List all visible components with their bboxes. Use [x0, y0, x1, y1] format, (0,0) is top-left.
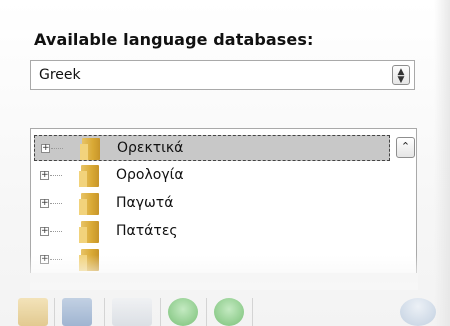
scroll-up-icon[interactable]: ⌃: [396, 137, 415, 158]
section-title: Available language databases:: [34, 30, 314, 49]
list-check-icon[interactable]: [112, 298, 152, 326]
tree-row[interactable]: + Ορεκτικά: [34, 135, 390, 161]
toolbar-separator: [160, 298, 161, 326]
tree-fade-overlay: [30, 255, 418, 290]
confirm-icon[interactable]: [214, 298, 244, 326]
tree-row-label: Πατάτες: [116, 223, 178, 239]
toolbar-separator: [252, 298, 253, 326]
tree-connector: [51, 148, 63, 149]
tree-row[interactable]: + Ορολογία: [34, 163, 390, 189]
language-dropdown[interactable]: Greek ▲ ▼: [30, 60, 415, 90]
add-icon[interactable]: [168, 298, 198, 326]
toolbar: [0, 292, 450, 326]
expand-icon[interactable]: +: [41, 144, 50, 153]
expand-icon[interactable]: +: [40, 199, 49, 208]
folder-icon: [79, 165, 99, 187]
tree-connector: [50, 231, 62, 232]
expand-icon[interactable]: +: [40, 227, 49, 236]
folder-icon: [79, 221, 99, 243]
panel-edge-shadow: [434, 0, 450, 326]
tree-row-label: Παγωτά: [116, 195, 174, 211]
tree-row-label: Ορεκτικά: [117, 140, 184, 156]
tree-row[interactable]: + Παγωτά: [34, 191, 390, 217]
toolbar-separator: [104, 298, 105, 326]
folder-icon: [80, 138, 100, 160]
folder-icon[interactable]: [18, 298, 48, 326]
database-icon[interactable]: [62, 298, 92, 326]
expand-icon[interactable]: +: [40, 171, 49, 180]
dropdown-selected-value: Greek: [39, 67, 81, 83]
tree-row-label: Ορολογία: [116, 167, 184, 183]
up-down-arrows-icon[interactable]: ▲ ▼: [392, 65, 410, 85]
tree-connector: [50, 175, 62, 176]
tree-row[interactable]: + Πατάτες: [34, 219, 390, 245]
folder-icon: [79, 193, 99, 215]
help-icon[interactable]: [400, 298, 436, 326]
toolbar-separator: [54, 298, 55, 326]
toolbar-separator: [206, 298, 207, 326]
database-tree[interactable]: + Ορεκτικά + Ορολογία + Παγωτά + Πατάτες…: [30, 128, 417, 273]
tree-connector: [50, 203, 62, 204]
